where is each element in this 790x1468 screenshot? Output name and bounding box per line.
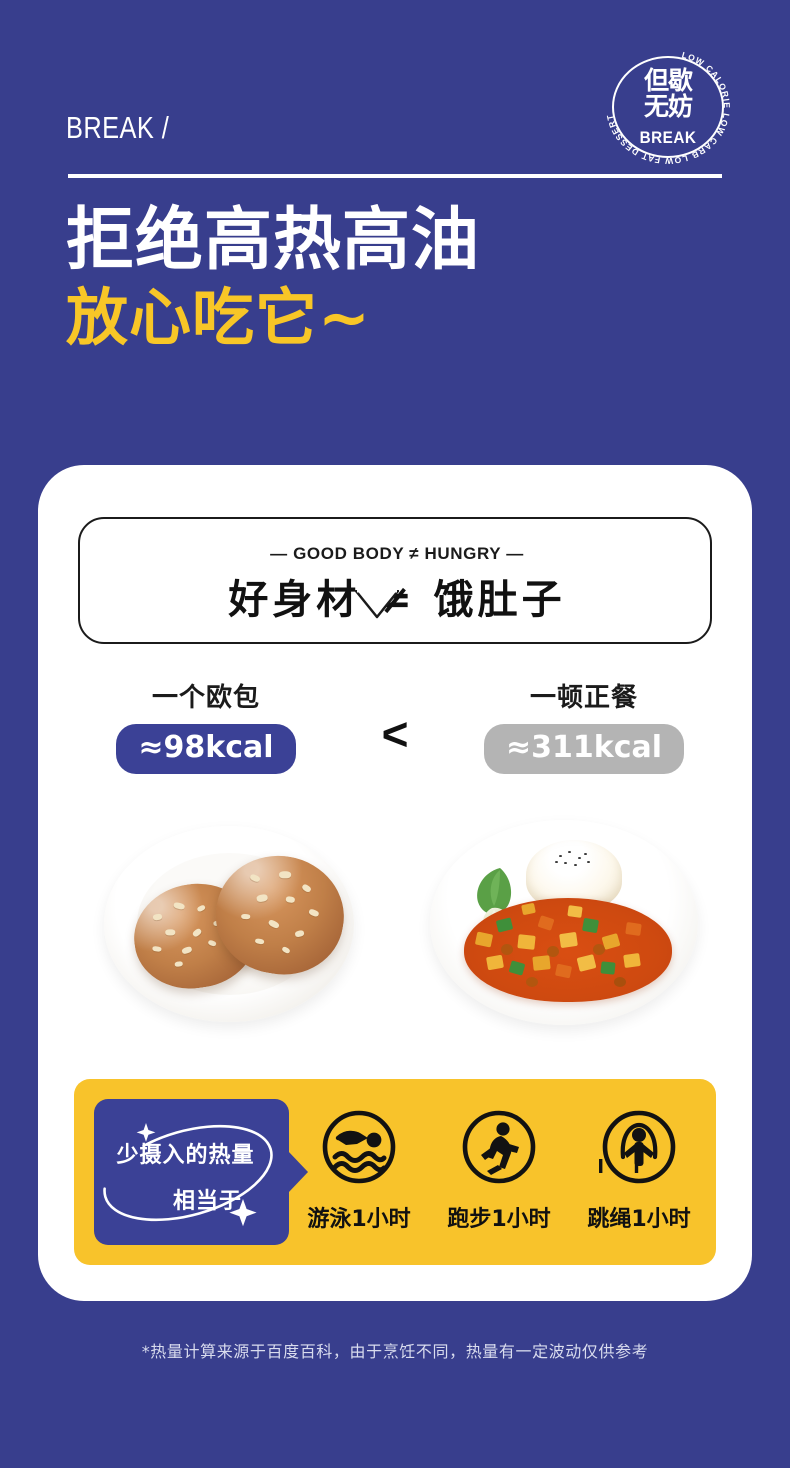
activity-swimming: 游泳1小时 xyxy=(294,1097,424,1233)
comparison-left-calorie-pill: ≈98kcal xyxy=(116,724,296,774)
activity-running-label: 跑步1小时 xyxy=(447,1207,551,1232)
footnote-disclaimer: *热量计算来源于百度百科，由于烹饪不同，热量有一定波动仅供参考 xyxy=(141,1342,649,1361)
food-photo-row xyxy=(38,820,752,1025)
badge-line-2: 相当于 xyxy=(172,1189,242,1214)
diced-vegetable-stirfry xyxy=(464,898,672,1002)
logo-latin-name: BREAK xyxy=(639,128,697,147)
badge-line-1: 少摄入的热量 xyxy=(116,1143,255,1168)
comparison-left-label: 一个欧包 xyxy=(151,683,260,713)
headline-line-1: 拒绝高热高油 xyxy=(66,201,481,280)
comparison-right-calorie-pill: ≈311kcal xyxy=(483,724,685,774)
activity-jump-rope: 跳绳1小时 xyxy=(574,1097,704,1233)
activity-swimming-label: 游泳1小时 xyxy=(307,1207,411,1232)
content-card: — GOOD BODY ≠ HUNGRY — 好身材 ≠ 饿肚子 一个欧包 ≈9… xyxy=(38,465,752,1301)
header-divider xyxy=(68,174,722,178)
slogan-speech-bubble: — GOOD BODY ≠ HUNGRY — 好身材 ≠ 饿肚子 xyxy=(78,517,712,644)
bread-rolls-photo xyxy=(104,826,354,1022)
activity-jump-rope-label: 跳绳1小时 xyxy=(587,1207,691,1232)
running-icon xyxy=(434,1097,564,1197)
logo-chinese-name: 但歇 无妨 xyxy=(598,68,738,119)
comparison-operator: < xyxy=(381,708,409,760)
activity-running: 跑步1小时 xyxy=(434,1097,564,1233)
comparison-right: 一顿正餐 ≈311kcal xyxy=(434,683,734,774)
calorie-deficit-badge: 少摄入的热量 相当于 xyxy=(94,1099,308,1245)
jump-rope-icon xyxy=(574,1097,704,1197)
swimming-icon xyxy=(294,1097,424,1197)
headline-block: 拒绝高热高油 放心吃它~ xyxy=(66,201,726,355)
brand-wordmark: BREAK / xyxy=(66,110,170,145)
speech-bubble-tail-icon xyxy=(355,590,399,619)
exercise-equivalent-band: 少摄入的热量 相当于 游泳1小时 跑步1小时 跳绳1小时 xyxy=(74,1079,716,1265)
logo-cn-bottom: 无妨 xyxy=(643,92,693,121)
slogan-subtitle: — GOOD BODY ≠ HUNGRY — xyxy=(270,544,524,563)
brand-logo-stamp: LOW CALORIE LOW CARB LOW FAT DESSERT 但歇 … xyxy=(598,44,738,170)
calorie-comparison: 一个欧包 ≈98kcal < 一顿正餐 ≈311kcal xyxy=(38,683,752,795)
comparison-left: 一个欧包 ≈98kcal xyxy=(56,683,356,774)
page-header: BREAK / LOW CALORIE LOW CARB LOW FAT DES… xyxy=(0,0,790,200)
rice-meal-photo xyxy=(430,820,698,1025)
headline-line-2: 放心吃它~ xyxy=(66,281,371,355)
comparison-right-label: 一顿正餐 xyxy=(529,683,638,713)
orbit-sparkle-decoration xyxy=(103,1123,273,1227)
logo-cn-top: 但歇 xyxy=(643,66,693,95)
